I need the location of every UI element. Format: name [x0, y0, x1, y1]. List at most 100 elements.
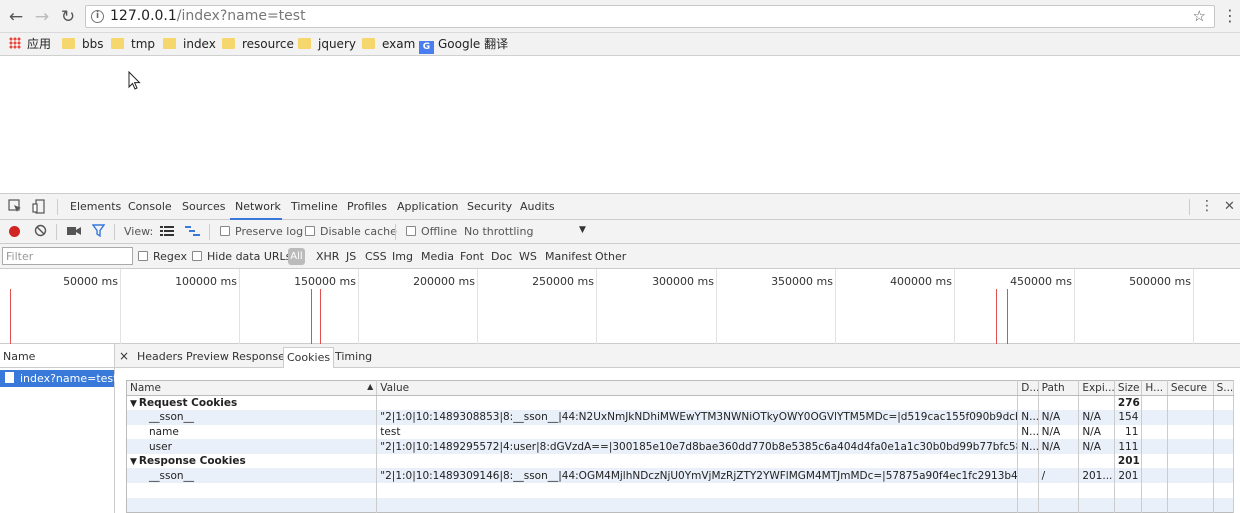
preserve-log-checkbox[interactable]: Preserve log	[220, 225, 303, 238]
filter-type-font[interactable]: Font	[460, 250, 484, 263]
cookie-value: "2|1:0|10:1489308853|8:__sson__|44:N2UxN…	[376, 410, 1019, 425]
filter-type-js[interactable]: JS	[346, 250, 356, 263]
omnibox[interactable]: i 127.0.0.1/index?name=test ☆	[85, 5, 1215, 28]
request-row-selected[interactable]: index?name=test	[0, 370, 117, 387]
url-text[interactable]: 127.0.0.1/index?name=test	[110, 8, 306, 24]
filter-type-img[interactable]: Img	[392, 250, 413, 263]
bookmark-resource[interactable]: resource	[222, 36, 294, 54]
tab-elements[interactable]: Elements	[70, 200, 121, 213]
tab-sources[interactable]: Sources	[182, 200, 226, 213]
tab-headers[interactable]: Headers	[137, 350, 183, 363]
capture-screenshots-icon[interactable]	[67, 225, 81, 239]
bookmark-apps[interactable]: 应用	[9, 36, 51, 54]
col-value[interactable]: Value	[376, 380, 1019, 396]
col-secure[interactable]: Secure	[1167, 380, 1214, 396]
waterfall-icon[interactable]	[185, 226, 200, 240]
tab-network[interactable]: Network	[235, 200, 281, 213]
mouse-cursor-icon	[128, 71, 141, 90]
grid-line	[835, 269, 836, 344]
filter-type-all[interactable]: All	[288, 248, 305, 265]
cookie-domain	[1017, 468, 1039, 484]
bookmark-google-translate[interactable]: G Google 翻译	[419, 36, 508, 54]
throttling-select[interactable]: No throttling	[464, 225, 533, 238]
filter-type-doc[interactable]: Doc	[491, 250, 512, 263]
forward-icon[interactable]: →	[31, 6, 53, 28]
filter-type-other[interactable]: Other	[595, 250, 626, 263]
tab-timing[interactable]: Timing	[335, 350, 372, 363]
col-domain[interactable]: D...	[1017, 380, 1039, 396]
timeline-tick-label: 50000 ms	[63, 275, 118, 288]
tab-console[interactable]: Console	[128, 200, 172, 213]
regex-checkbox[interactable]: Regex	[138, 250, 187, 263]
view-label: View:	[124, 225, 154, 238]
timeline-tick-label: 150000 ms	[294, 275, 356, 288]
cookie-path: N/A	[1038, 410, 1080, 425]
disable-cache-checkbox[interactable]: Disable cache	[305, 225, 397, 238]
throttling-dropdown-arrow-icon[interactable]: ▼	[579, 225, 586, 235]
folder-icon	[111, 38, 124, 49]
devtools-menu-icon[interactable]: ⋮	[1200, 199, 1214, 214]
col-expires[interactable]: Expi...	[1078, 380, 1115, 396]
tab-cookies[interactable]: Cookies	[283, 347, 335, 368]
tab-response[interactable]: Response	[232, 350, 285, 363]
cookie-row[interactable]: __sson__ "2|1:0|10:1489308853|8:__sson__…	[126, 410, 1235, 425]
tab-preview[interactable]: Preview	[186, 350, 229, 363]
col-httponly[interactable]: H...	[1141, 380, 1168, 396]
cookie-group-row[interactable]: ▼ Response Cookies 201	[126, 453, 1235, 469]
col-path[interactable]: Path	[1038, 380, 1080, 396]
record-button[interactable]	[9, 226, 20, 237]
network-overview-timeline[interactable]: 50000 ms 100000 ms 150000 ms 200000 ms 2…	[0, 269, 1240, 344]
tab-timeline[interactable]: Timeline	[291, 200, 338, 213]
cookie-name: name	[126, 424, 378, 440]
bookmark-index[interactable]: index	[163, 36, 216, 54]
checkbox-icon	[220, 226, 230, 236]
bookmark-jquery[interactable]: jquery	[298, 36, 356, 54]
tab-profiles[interactable]: Profiles	[347, 200, 387, 213]
tab-audits[interactable]: Audits	[520, 200, 555, 213]
offline-checkbox[interactable]: Offline	[406, 225, 457, 238]
close-devtools-icon[interactable]: ✕	[1224, 199, 1235, 214]
grid-line	[120, 269, 121, 344]
close-detail-icon[interactable]: ×	[119, 349, 129, 363]
cookie-row[interactable]: __sson__ "2|1:0|10:1489309146|8:__sson__…	[126, 468, 1235, 484]
filter-type-manifest[interactable]: Manifest	[545, 250, 592, 263]
clear-icon[interactable]	[34, 224, 47, 240]
reload-icon[interactable]: ↻	[57, 6, 79, 28]
info-icon[interactable]: i	[91, 10, 104, 23]
tab-security[interactable]: Security	[467, 200, 512, 213]
bookmark-tmp[interactable]: tmp	[111, 36, 155, 54]
cookie-row[interactable]: user "2|1:0|10:1489295572|4:user|8:dGVzd…	[126, 439, 1235, 454]
large-rows-icon[interactable]	[160, 226, 174, 240]
request-list: Name index?name=test	[0, 344, 117, 513]
filter-type-xhr[interactable]: XHR	[316, 250, 339, 263]
separator	[395, 224, 396, 240]
cookie-group-row[interactable]: ▼ Request Cookies 276	[126, 395, 1235, 411]
browser-menu-icon[interactable]: ⋮	[1222, 8, 1238, 24]
cookie-row[interactable]: name test N... N/A N/A 11	[126, 424, 1235, 440]
cookie-path: N/A	[1038, 439, 1080, 454]
col-name[interactable]: Name ▲	[126, 380, 378, 396]
col-samesite[interactable]: S...	[1213, 380, 1235, 396]
inspect-element-icon[interactable]	[8, 199, 22, 217]
filter-type-media[interactable]: Media	[421, 250, 454, 263]
filter-input[interactable]: Filter	[2, 247, 133, 265]
filter-type-ws[interactable]: WS	[519, 250, 537, 263]
filter-icon[interactable]	[91, 224, 106, 240]
bookmark-bbs[interactable]: bbs	[62, 36, 104, 54]
tab-application[interactable]: Application	[397, 200, 458, 213]
hide-data-urls-checkbox[interactable]: Hide data URLs	[192, 250, 291, 263]
name-column-header[interactable]: Name	[0, 344, 114, 368]
col-size[interactable]: Size	[1114, 380, 1143, 396]
bookmark-exam[interactable]: exam	[362, 36, 415, 54]
request-marker	[1007, 289, 1008, 344]
back-icon[interactable]: ←	[5, 6, 27, 28]
devtools-tab-bar: Elements Console Sources Network Timelin…	[0, 194, 1240, 220]
cookies-table: Name ▲ Value D... Path Expi... Size H... …	[126, 380, 1235, 513]
folder-icon	[362, 38, 375, 49]
page-viewport	[0, 57, 1240, 193]
bookmark-star-icon[interactable]: ☆	[1193, 7, 1206, 25]
device-mode-icon[interactable]	[32, 199, 46, 218]
filter-type-css[interactable]: CSS	[365, 250, 387, 263]
cookie-domain: N...	[1017, 424, 1039, 440]
grid-line	[596, 269, 597, 344]
